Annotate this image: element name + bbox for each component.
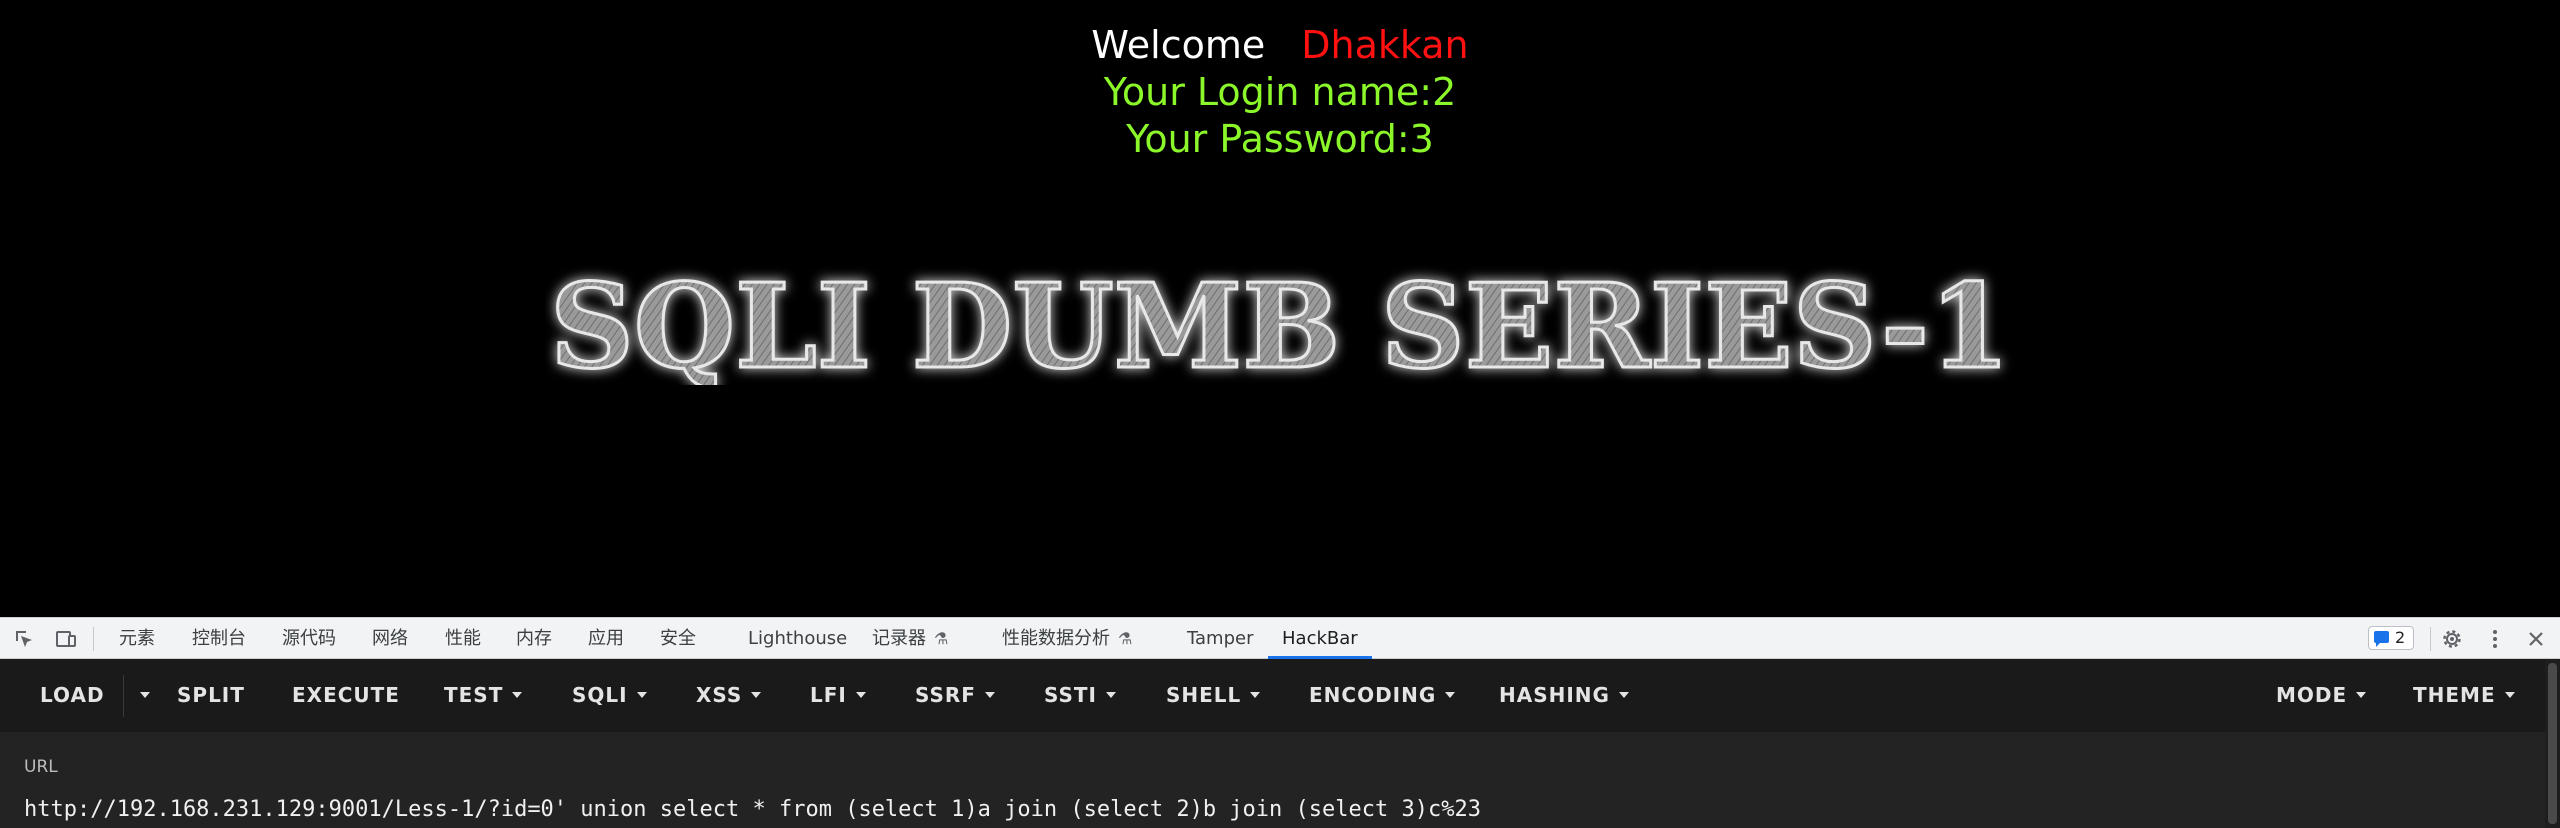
tab-memory[interactable]: 内存	[516, 618, 552, 659]
toolbar-divider	[123, 675, 124, 717]
tab-console[interactable]: 控制台	[192, 618, 246, 659]
mode-label: MODE	[2276, 683, 2348, 707]
chevron-down-icon	[636, 691, 647, 698]
tab-hackbar[interactable]: HackBar	[1268, 618, 1372, 659]
sqli-menu[interactable]: SQLI	[572, 659, 647, 732]
tab-network[interactable]: 网络	[372, 618, 408, 659]
theme-label: THEME	[2413, 683, 2496, 707]
tab-elements[interactable]: 元素	[119, 618, 155, 659]
ssti-menu[interactable]: SSTI	[1044, 659, 1116, 732]
chevron-down-icon	[2504, 691, 2515, 698]
ssrf-menu[interactable]: SSRF	[915, 659, 995, 732]
sqli-label: SQLI	[572, 683, 628, 707]
login-name-line: Your Login name:2	[1103, 70, 1457, 114]
scrollbar-thumb[interactable]	[2548, 663, 2557, 824]
tab-performance[interactable]: 性能	[445, 618, 481, 659]
shell-menu[interactable]: SHELL	[1166, 659, 1261, 732]
ssti-label: SSTI	[1044, 683, 1097, 707]
banner-text: SQLI DUMB SERIES-1	[550, 259, 2010, 385]
tabbar-divider	[2430, 627, 2431, 651]
url-input[interactable]	[24, 792, 2524, 826]
chevron-down-icon	[1106, 691, 1116, 698]
tab-recorder[interactable]: 记录器 ⚗	[872, 618, 948, 659]
encoding-label: ENCODING	[1309, 683, 1437, 707]
devtools-tabbar: 元素 控制台 源代码 网络 性能 内存 应用 安全 Lighthouse 记录器…	[0, 617, 2560, 659]
login-info: Welcome Dhakkan Your Login name:2 Your Pa…	[0, 22, 2560, 163]
url-label: URL	[24, 757, 58, 777]
chevron-down-icon	[2356, 691, 2367, 698]
load-button[interactable]: LOAD	[40, 659, 105, 732]
xss-label: XSS	[696, 683, 743, 707]
tab-application[interactable]: 应用	[588, 618, 624, 659]
chevron-down-icon	[751, 691, 762, 698]
chevron-down-icon	[140, 691, 150, 698]
close-icon[interactable]	[2524, 627, 2548, 651]
issues-badge[interactable]: 2	[2368, 626, 2414, 650]
device-toolbar-icon[interactable]	[54, 627, 78, 651]
gear-icon[interactable]	[2440, 627, 2464, 651]
welcome-text: Welcome	[1091, 23, 1266, 67]
shell-label: SHELL	[1166, 683, 1242, 707]
tab-recorder-label: 记录器	[872, 628, 926, 649]
inspect-icon[interactable]	[12, 627, 36, 651]
tab-performance-insights[interactable]: 性能数据分析 ⚗	[1002, 618, 1132, 659]
xss-menu[interactable]: XSS	[696, 659, 762, 732]
lfi-label: LFI	[810, 683, 847, 707]
encoding-menu[interactable]: ENCODING	[1309, 659, 1456, 732]
more-icon[interactable]	[2483, 627, 2507, 651]
execute-button[interactable]: EXECUTE	[292, 659, 400, 732]
flask-icon: ⚗	[1118, 629, 1133, 648]
hashing-menu[interactable]: HASHING	[1499, 659, 1629, 732]
test-label: TEST	[444, 683, 504, 707]
chevron-down-icon	[1250, 691, 1261, 698]
load-options-button[interactable]	[131, 659, 150, 732]
welcome-line: Welcome Dhakkan	[0, 22, 2560, 69]
password-line: Your Password:3	[1126, 117, 1434, 161]
test-menu[interactable]: TEST	[444, 659, 523, 732]
chevron-down-icon	[512, 691, 523, 698]
ssrf-label: SSRF	[915, 683, 976, 707]
flask-icon: ⚗	[934, 629, 949, 648]
lfi-menu[interactable]: LFI	[810, 659, 866, 732]
sqli-dumb-series-banner: SQLI DUMB SERIES-1	[549, 258, 2012, 386]
theme-menu[interactable]: THEME	[2413, 659, 2515, 732]
user-name: Dhakkan	[1301, 23, 1469, 67]
page-viewport: Welcome Dhakkan Your Login name:2 Your Pa…	[0, 0, 2560, 617]
tab-performance-insights-label: 性能数据分析	[1002, 628, 1110, 649]
tab-tamper[interactable]: Tamper	[1187, 618, 1253, 659]
chevron-down-icon	[1445, 691, 1456, 698]
chevron-down-icon	[855, 691, 866, 698]
chevron-down-icon	[1618, 691, 1629, 698]
issues-count: 2	[2395, 628, 2406, 647]
split-button[interactable]: SPLIT	[177, 659, 245, 732]
issues-icon	[2374, 631, 2389, 647]
tab-lighthouse[interactable]: Lighthouse	[748, 618, 847, 659]
hashing-label: HASHING	[1499, 683, 1610, 707]
hackbar-toolbar: LOAD SPLIT EXECUTE TEST SQLI XSS LFI SSR…	[0, 659, 2545, 732]
hackbar-scrollbar[interactable]	[2545, 659, 2560, 828]
mode-menu[interactable]: MODE	[2276, 659, 2367, 732]
tab-security[interactable]: 安全	[660, 618, 696, 659]
chevron-down-icon	[984, 691, 995, 698]
tabbar-divider	[93, 627, 94, 651]
tab-sources[interactable]: 源代码	[282, 618, 336, 659]
hackbar-url-panel: URL	[0, 732, 2545, 828]
